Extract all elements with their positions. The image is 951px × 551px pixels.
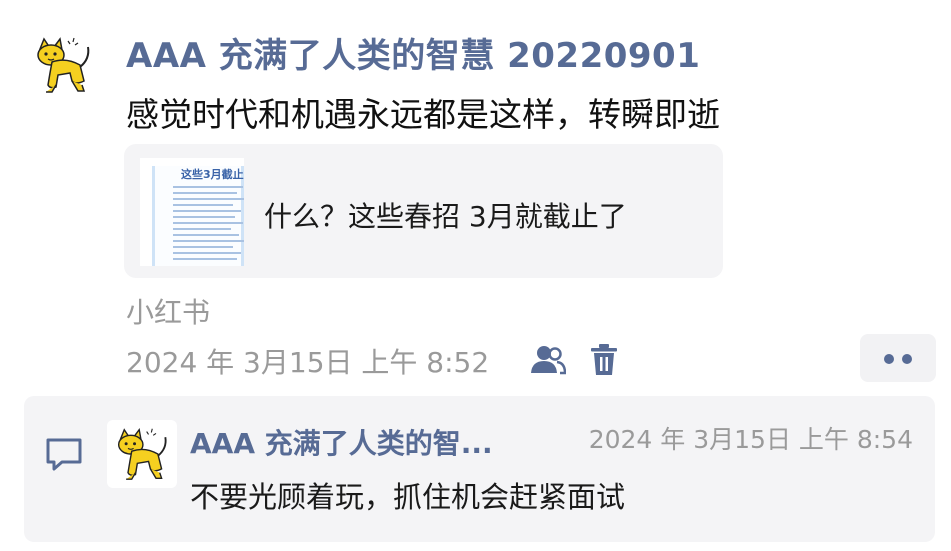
- delete-button[interactable]: [584, 340, 624, 380]
- comment-bubble-icon: [46, 438, 82, 471]
- shared-link-card[interactable]: 这些3月截止 什么？这些春招 3月就截止了: [124, 144, 723, 278]
- cat-icon: [37, 37, 90, 93]
- post-text: 感觉时代和机遇永远都是这样，转瞬即逝: [126, 95, 720, 134]
- post-timestamp: 2024 年 3月15日 上午 8:52: [126, 346, 490, 379]
- thumbnail-title: 这些3月截止: [181, 168, 244, 181]
- more-actions-button[interactable]: [860, 334, 936, 382]
- comment-author-name[interactable]: AAA 充满了人类的智...: [190, 422, 493, 462]
- commenter-avatar[interactable]: [107, 420, 177, 488]
- visibility-button[interactable]: [528, 340, 568, 380]
- author-avatar[interactable]: [30, 32, 96, 98]
- post-author-name[interactable]: AAA 充满了人类的智慧 20220901: [126, 28, 700, 77]
- friends-icon: [531, 346, 566, 375]
- comment-text[interactable]: 不要光顾着玩，抓住机会赶紧面试: [190, 474, 625, 516]
- more-dots-icon: [880, 349, 916, 368]
- cat-icon: [117, 428, 167, 480]
- comment-timestamp: 2024 年 3月15日 上午 8:54: [588, 425, 913, 454]
- link-thumbnail: 这些3月截止: [140, 158, 244, 266]
- link-title: 什么？这些春招 3月就截止了: [264, 200, 627, 233]
- trash-icon: [591, 344, 617, 375]
- post-source[interactable]: 小红书: [126, 291, 210, 331]
- moments-post: AAA 充满了人类的智慧 20220901 感觉时代和机遇永远都是这样，转瞬即逝…: [0, 0, 951, 551]
